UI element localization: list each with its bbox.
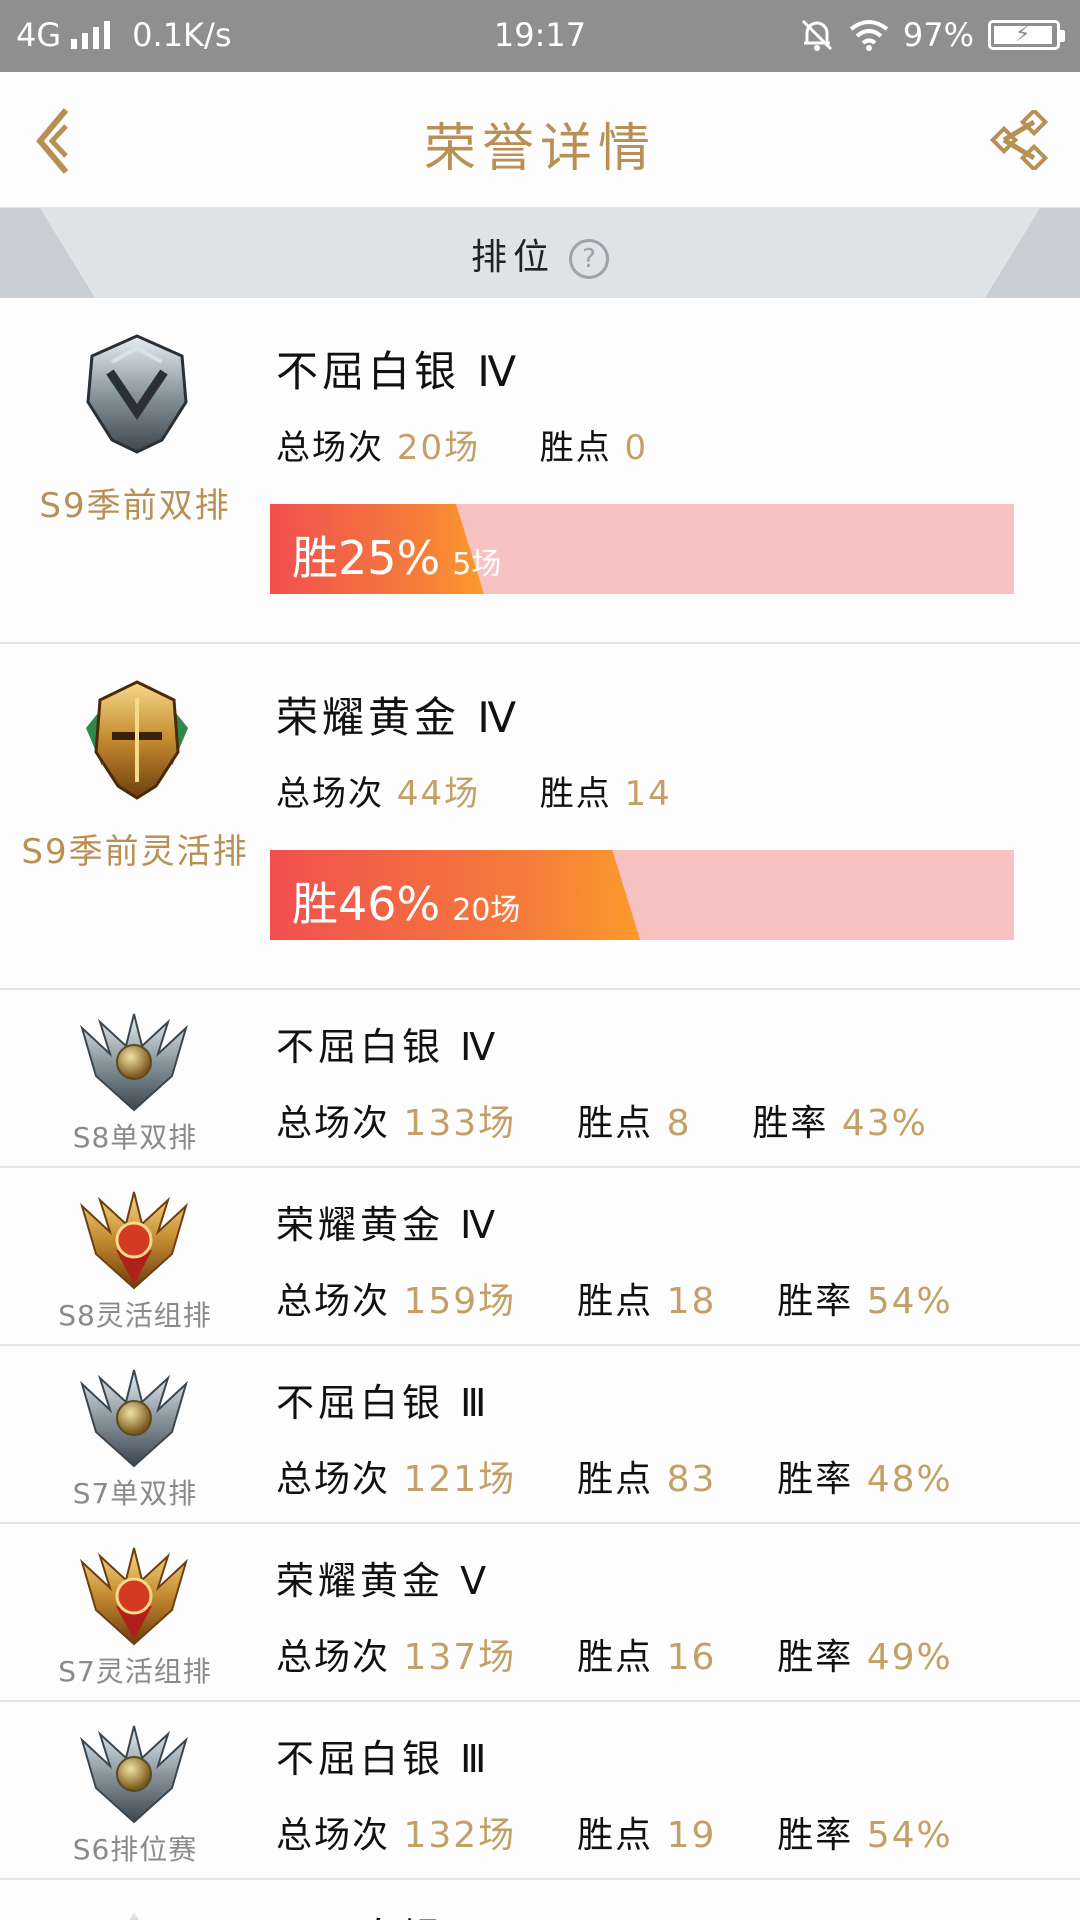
points-value: 0 — [624, 428, 649, 468]
total-games-value: 121场 — [403, 1459, 517, 1500]
rank-stats: 总场次 20场 胜点 0 — [276, 420, 648, 469]
battery-percent: 97% — [902, 16, 974, 54]
wins-count: 20场 — [452, 893, 521, 928]
help-icon[interactable]: ? — [569, 239, 609, 279]
winrate-label: 胜率 — [752, 1103, 829, 1144]
total-games-label: 总场次 — [276, 1459, 391, 1500]
total-games-label: 总场次 — [276, 774, 384, 814]
total-games-label: 总场次 — [276, 1103, 391, 1144]
queue-name: S9季前双排 — [39, 486, 231, 526]
rank-stats: 总场次 133场 胜点 8 胜率 43% — [276, 1094, 928, 1146]
rank-stats: 总场次 159场 胜点 18 胜率 54% — [276, 1272, 953, 1324]
rank-tier: 不屈白银 Ⅲ — [276, 1737, 491, 1781]
winrate-label: 胜率 — [777, 1281, 854, 1322]
winrate-label: 胜率 — [777, 1459, 854, 1500]
queue-name: S9季前灵活排 — [21, 832, 249, 872]
wifi-icon — [849, 20, 889, 51]
gold-emblem-icon — [82, 678, 192, 802]
points-value: 18 — [666, 1281, 717, 1322]
page-title: 荣誉详情 — [423, 119, 656, 179]
rank-tier: 荣耀黄金 Ⅳ — [276, 693, 521, 742]
featured-rank-card[interactable]: S9季前双排 不屈白银 Ⅳ 总场次 20场 胜点 0 胜25% 5场 — [0, 298, 1080, 644]
battery-charging-icon: ⚡ — [988, 20, 1065, 50]
points-value: 14 — [624, 774, 672, 814]
season-rank-item[interactable]: S7灵活组排 荣耀黄金 Ⅴ 总场次 137场 胜点 16 胜率 49% — [0, 1524, 1080, 1702]
win-rate-bar: 胜25% 5场 — [270, 504, 1014, 594]
season-rank-item[interactable]: S8单双排 不屈白银 Ⅳ 总场次 133场 胜点 8 胜率 43% — [0, 990, 1080, 1168]
winrate-value: 49% — [866, 1637, 953, 1678]
total-games-value: 159场 — [403, 1281, 517, 1322]
points-label: 胜点 — [577, 1103, 654, 1144]
winrate-label: 胜率 — [777, 1815, 854, 1856]
gold-emblem-icon — [76, 1188, 192, 1290]
status-bar: 4G 0.1K/s 19:17 97% ⚡ — [0, 0, 1080, 72]
total-games-label: 总场次 — [276, 1281, 391, 1322]
section-label: 排位 — [470, 237, 555, 278]
queue-name: S8单双排 — [72, 1121, 198, 1154]
total-games-label: 总场次 — [276, 1815, 391, 1856]
rank-tier: 荣耀黄金 Ⅴ — [276, 1559, 491, 1603]
points-label: 胜点 — [539, 428, 612, 468]
rank-stats: 总场次 44场 胜点 14 — [276, 766, 672, 815]
winrate-label: 胜率 — [777, 1637, 854, 1678]
winrate-value: 48% — [866, 1459, 953, 1500]
win-rate-label: 胜25% — [292, 531, 441, 585]
silver-emblem-icon — [76, 1722, 192, 1824]
silver-emblem-icon — [76, 1010, 192, 1112]
gold-emblem-icon — [76, 1544, 192, 1646]
total-games-label: 总场次 — [276, 1637, 391, 1678]
section-header-ranked: 排位? — [0, 208, 1080, 298]
season-rank-item[interactable]: S7单双排 不屈白银 Ⅲ 总场次 121场 胜点 83 胜率 48% — [0, 1346, 1080, 1524]
rank-tier: 荣耀黄金 Ⅳ — [276, 1203, 500, 1247]
queue-name: S8灵活组排 — [58, 1299, 212, 1332]
total-games-value: 132场 — [403, 1815, 517, 1856]
season-rank-item[interactable]: S6排位赛 不屈白银 Ⅲ 总场次 132场 胜点 19 胜率 54% — [0, 1702, 1080, 1880]
list-item-partial: 不屈白银 Ⅲ — [0, 1880, 1080, 1920]
winrate-value: 54% — [866, 1281, 953, 1322]
win-rate-text: 胜46% 20场 — [292, 868, 520, 934]
rank-tier: 不屈白银 Ⅳ — [276, 347, 521, 396]
silver-emblem-icon — [82, 332, 192, 456]
total-games-value: 133场 — [403, 1103, 517, 1144]
rank-tier: 不屈白银 Ⅲ — [276, 1381, 491, 1425]
points-label: 胜点 — [539, 774, 612, 814]
header: 荣誉详情 — [0, 72, 1080, 208]
points-label: 胜点 — [577, 1637, 654, 1678]
points-value: 16 — [666, 1637, 717, 1678]
wins-count: 5场 — [452, 547, 502, 582]
status-right: 97% ⚡ — [799, 16, 1065, 54]
total-games-value: 137场 — [403, 1637, 517, 1678]
points-label: 胜点 — [577, 1281, 654, 1322]
points-value: 8 — [666, 1103, 692, 1144]
total-games-value: 20场 — [396, 428, 481, 468]
section-title: 排位? — [0, 228, 1080, 280]
winrate-value: 54% — [866, 1815, 953, 1856]
alarm-off-icon — [801, 19, 832, 51]
rank-tier: 不屈白银 Ⅳ — [276, 1025, 500, 1069]
winrate-value: 43% — [841, 1103, 928, 1144]
share-icon[interactable] — [990, 110, 1050, 170]
season-rank-item[interactable]: S8灵活组排 荣耀黄金 Ⅳ 总场次 159场 胜点 18 胜率 54% — [0, 1168, 1080, 1346]
queue-name: S6排位赛 — [72, 1833, 198, 1866]
points-value: 19 — [666, 1815, 717, 1856]
total-games-label: 总场次 — [276, 428, 384, 468]
rank-stats: 总场次 137场 胜点 16 胜率 49% — [276, 1628, 953, 1680]
win-rate-text: 胜25% 5场 — [292, 522, 501, 588]
win-rate-bar: 胜46% 20场 — [270, 850, 1014, 940]
points-label: 胜点 — [577, 1459, 654, 1500]
queue-name: S7单双排 — [72, 1477, 198, 1510]
total-games-value: 44场 — [396, 774, 481, 814]
featured-rank-card[interactable]: S9季前灵活排 荣耀黄金 Ⅳ 总场次 44场 胜点 14 胜46% 20场 — [0, 644, 1080, 990]
silver-emblem-icon — [129, 1912, 139, 1920]
silver-emblem-icon — [76, 1366, 192, 1468]
points-label: 胜点 — [577, 1815, 654, 1856]
rank-partial: 不屈白银 Ⅲ — [276, 1906, 490, 1920]
rank-stats: 总场次 132场 胜点 19 胜率 54% — [276, 1806, 953, 1858]
win-rate-label: 胜46% — [292, 877, 441, 931]
points-value: 83 — [666, 1459, 717, 1500]
queue-name: S7灵活组排 — [58, 1655, 212, 1688]
rank-stats: 总场次 121场 胜点 83 胜率 48% — [276, 1450, 953, 1502]
